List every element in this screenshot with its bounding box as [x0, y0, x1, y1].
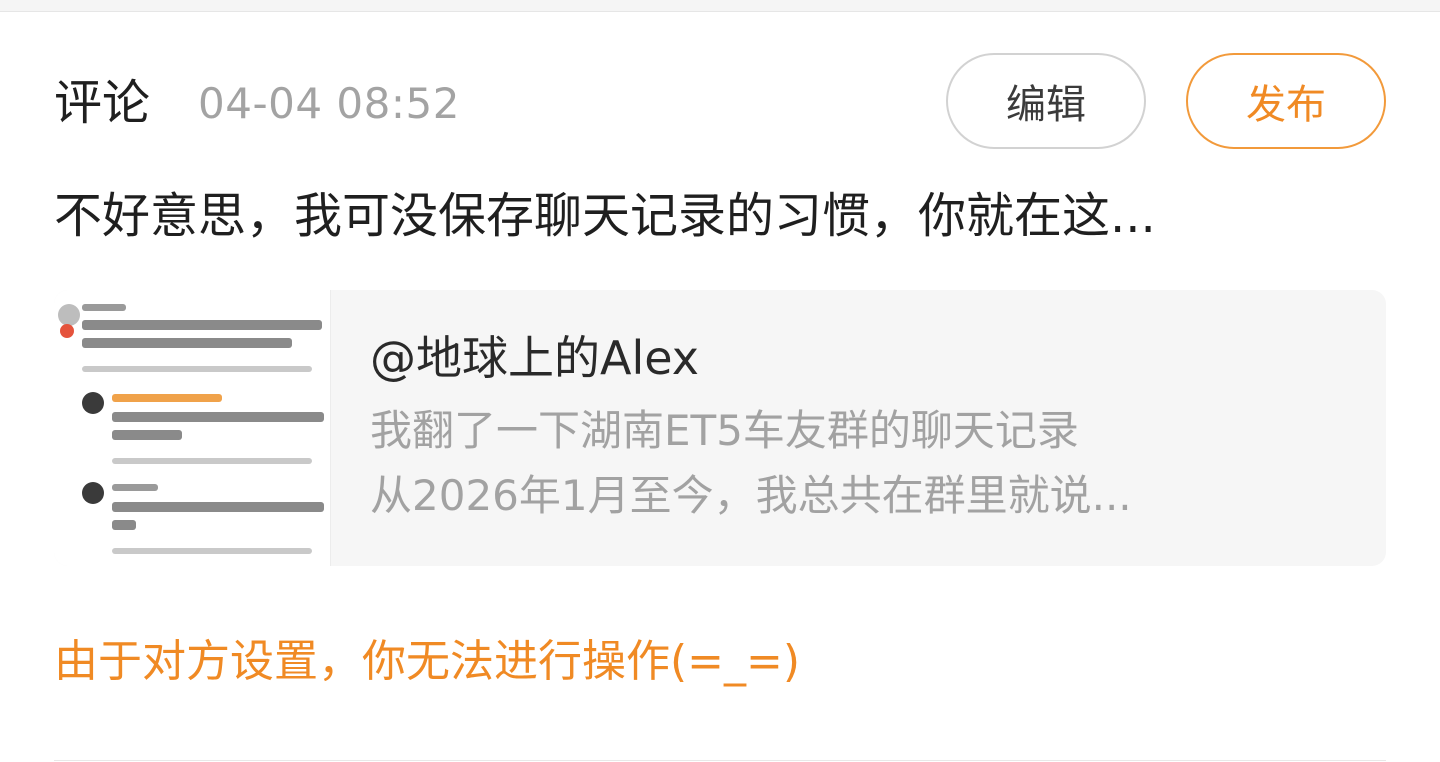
comment-text: 不好意思，我可没保存聊天记录的习惯，你就在这... — [54, 188, 1156, 244]
publish-button[interactable]: 发布 — [1186, 53, 1386, 149]
comment-timestamp: 04-04 08:52 — [198, 79, 460, 128]
quoted-excerpt: 我翻了一下湖南ET5车友群的聊天记录 从2026年1月至今，我总共在群里就说..… — [370, 398, 1350, 528]
divider — [54, 760, 1386, 761]
quoted-post-card[interactable]: @地球上的Alex 我翻了一下湖南ET5车友群的聊天记录 从2026年1月至今，… — [54, 290, 1386, 566]
screenshot-thumbnail — [54, 290, 331, 566]
quoted-author[interactable]: @地球上的Alex — [370, 326, 699, 390]
quoted-excerpt-line: 我翻了一下湖南ET5车友群的聊天记录 — [370, 406, 1079, 455]
restriction-notice: 由于对方设置，你无法进行操作(=_=) — [54, 636, 801, 687]
quoted-excerpt-line: 从2026年1月至今，我总共在群里就说... — [370, 471, 1132, 520]
edit-button[interactable]: 编辑 — [946, 53, 1146, 149]
top-edge — [0, 0, 1440, 12]
page-title: 评论 — [54, 75, 151, 131]
